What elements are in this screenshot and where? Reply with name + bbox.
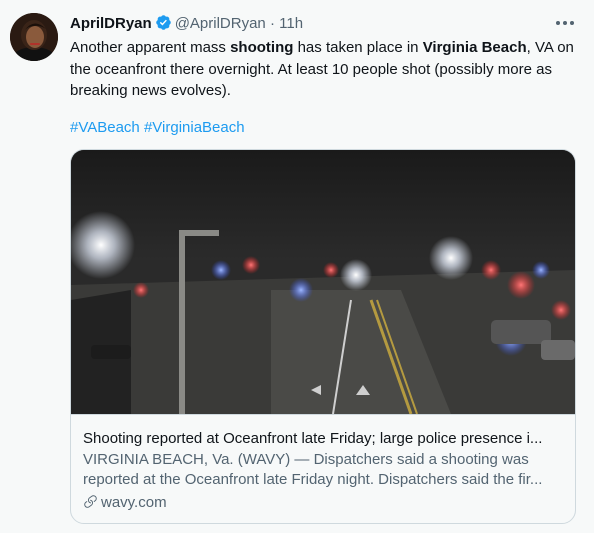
- tweet-text-part: Another apparent mass: [70, 39, 231, 56]
- link-icon: [83, 494, 98, 515]
- card-domain-text[interactable]: wavy.com: [101, 494, 167, 511]
- tweet-text: Another apparent mass shooting has taken…: [70, 37, 575, 102]
- card-description: VIRGINIA BEACH, Va. (WAVY) — Dispatchers…: [83, 450, 563, 490]
- handle[interactable]: @AprilDRyan: [175, 15, 266, 32]
- separator-dot: ·: [269, 15, 275, 32]
- card-domain[interactable]: wavy.com: [83, 493, 167, 515]
- card-info[interactable]: Shooting reported at Oceanfront late Fri…: [71, 414, 575, 523]
- card-description-line: VIRGINIA BEACH, Va. (WAVY) — Dispatchers…: [83, 451, 529, 468]
- more-horizontal-icon[interactable]: [554, 14, 576, 32]
- tweet-text-bold: shooting: [230, 39, 294, 56]
- avatar[interactable]: [10, 13, 58, 61]
- timestamp[interactable]: 11h: [279, 15, 303, 32]
- link-card[interactable]: Shooting reported at Oceanfront late Fri…: [70, 149, 576, 524]
- card-description-line: reported at the Oceanfront late Friday n…: [83, 471, 543, 488]
- tweet-header: AprilDRyan @AprilDRyan · 11h: [70, 14, 574, 34]
- hashtag-link[interactable]: #VirginiaBeach: [144, 119, 245, 136]
- tweet-text-bold: Virginia Beach: [422, 39, 527, 56]
- tweet-text-part: has taken place in: [293, 39, 423, 56]
- display-name[interactable]: AprilDRyan: [70, 15, 152, 32]
- hashtags: #VABeach #VirginiaBeach: [70, 118, 245, 138]
- hashtag-link[interactable]: #VABeach: [70, 119, 140, 136]
- card-title[interactable]: Shooting reported at Oceanfront late Fri…: [83, 429, 563, 449]
- verified-badge-icon: [155, 14, 172, 37]
- card-image[interactable]: [71, 150, 575, 414]
